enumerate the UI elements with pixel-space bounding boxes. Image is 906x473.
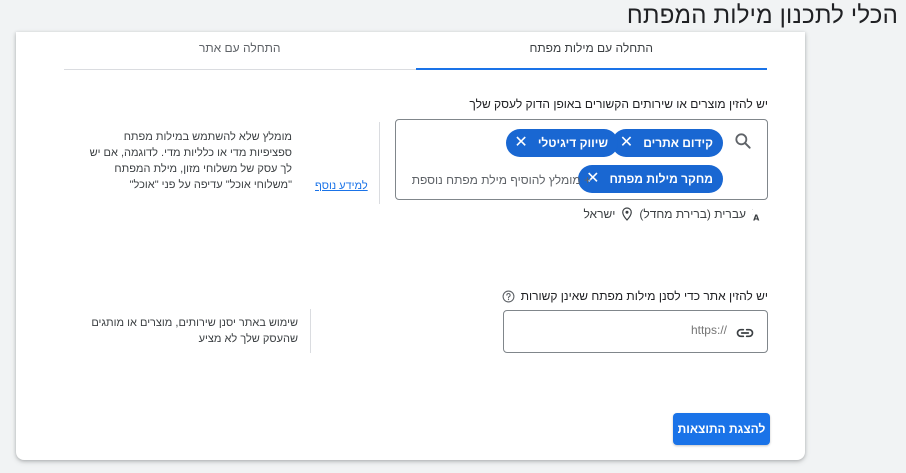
- add-keyword-hint[interactable]: + מומלץ להוסיף מילת מפתח נוספת: [412, 173, 591, 187]
- divider: [379, 122, 380, 204]
- site-prompt: יש להזין אתר כדי לסנן מילות מפתח שאינן ק…: [520, 289, 768, 303]
- chip-label: קידום אתרים: [643, 136, 713, 150]
- divider: [310, 309, 311, 353]
- keywords-prompt: יש להזין מוצרים או שירותים הקשורים באופן…: [469, 97, 768, 111]
- page-title: הכלי לתכנון מילות המפתח: [626, 2, 898, 29]
- learn-more-link[interactable]: למידע נוסף: [315, 180, 368, 192]
- show-results-button[interactable]: להצגת התוצאות: [673, 413, 770, 445]
- search-icon: [735, 133, 751, 149]
- location-pin-icon: [622, 207, 633, 221]
- help-icon[interactable]: [502, 290, 515, 303]
- language-location-row: 文 A עברית (ברירת מחדל) ישראל: [583, 206, 768, 222]
- keyword-chip[interactable]: שיווק דיגיטלי ✕: [506, 129, 618, 157]
- tab-start-with-keywords[interactable]: התחלה עם מילות מפתח: [415, 32, 768, 70]
- svg-text:A: A: [753, 214, 760, 222]
- chip-label: שיווק דיגיטלי: [537, 136, 608, 150]
- site-tip: שימוש באתר יסנן שירותים, מוצרים או מותגי…: [91, 317, 298, 345]
- tab-start-with-website[interactable]: התחלה עם אתר: [64, 32, 416, 69]
- close-icon[interactable]: ✕: [620, 135, 633, 151]
- website-input[interactable]: [527, 323, 727, 337]
- link-icon: [736, 328, 754, 338]
- keywords-input[interactable]: קידום אתרים ✕ שיווק דיגיטלי ✕ מחקר מילות…: [395, 119, 768, 200]
- keyword-planner-card: התחלה עם אתר התחלה עם מילות מפתח יש להזי…: [16, 32, 805, 460]
- website-input-box[interactable]: [503, 310, 768, 353]
- close-icon[interactable]: ✕: [514, 135, 527, 151]
- keyword-chip[interactable]: מחקר מילות מפתח ✕: [578, 165, 723, 193]
- site-prompt-row: יש להזין אתר כדי לסנן מילות מפתח שאינן ק…: [502, 289, 768, 303]
- chip-label: מחקר מילות מפתח: [609, 172, 713, 186]
- keyword-chip[interactable]: קידום אתרים ✕: [611, 129, 723, 157]
- translate-icon: 文 A: [752, 207, 760, 222]
- language-label[interactable]: עברית (ברירת מחדל): [639, 207, 746, 221]
- keywords-tip: מומלץ שלא להשתמש במילות מפתח ספציפיות מד…: [89, 131, 292, 191]
- tab-bar: התחלה עם אתר התחלה עם מילות מפתח: [64, 32, 767, 70]
- location-label[interactable]: ישראל: [583, 207, 615, 221]
